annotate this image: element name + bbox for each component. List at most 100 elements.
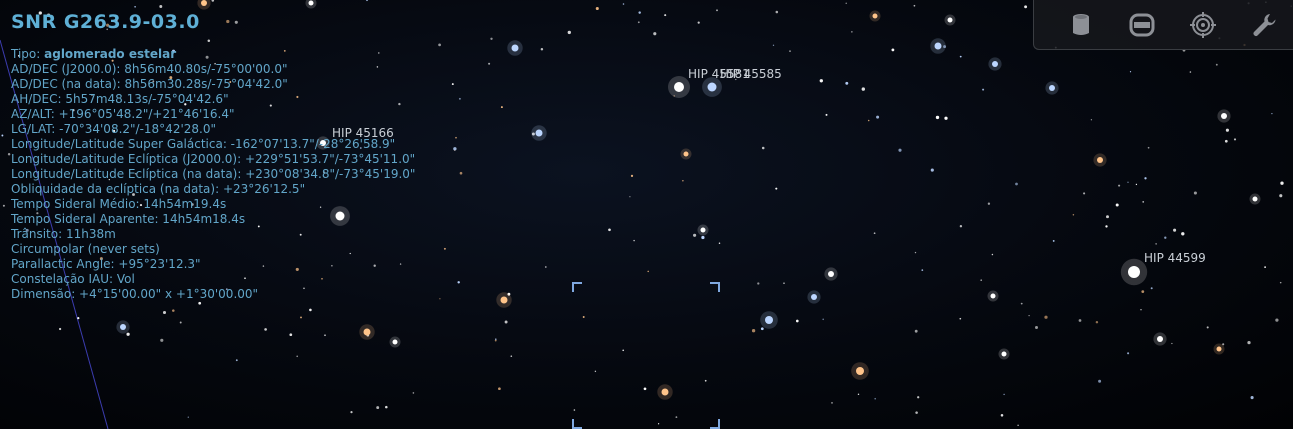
star[interactable]	[693, 233, 697, 237]
star[interactable]	[1150, 287, 1153, 290]
bright-star[interactable]	[1157, 336, 1163, 342]
star[interactable]	[629, 196, 631, 198]
star[interactable]	[917, 396, 920, 399]
star[interactable]	[757, 282, 760, 285]
star[interactable]	[930, 168, 934, 172]
star[interactable]	[775, 10, 779, 14]
target-button[interactable]	[1186, 8, 1220, 42]
star[interactable]	[1035, 326, 1038, 329]
star[interactable]	[761, 146, 765, 150]
bright-star[interactable]	[992, 61, 998, 67]
star[interactable]	[1083, 192, 1086, 195]
star[interactable]	[1171, 342, 1173, 345]
star[interactable]	[980, 279, 982, 281]
star[interactable]	[991, 253, 994, 256]
bright-star[interactable]	[1097, 157, 1103, 163]
star[interactable]	[1193, 191, 1197, 195]
atmosphere-toggle-button[interactable]	[1125, 8, 1159, 42]
bright-star[interactable]	[535, 129, 543, 137]
star[interactable]	[789, 50, 791, 52]
star[interactable]	[775, 187, 778, 190]
star[interactable]	[289, 333, 293, 337]
star[interactable]	[7, 153, 11, 156]
star[interactable]	[159, 5, 163, 8]
star[interactable]	[898, 148, 902, 152]
star[interactable]	[959, 317, 962, 320]
bright-star[interactable]	[308, 0, 314, 6]
star[interactable]	[1271, 112, 1273, 115]
star[interactable]	[874, 397, 876, 400]
star[interactable]	[1127, 181, 1129, 183]
star[interactable]	[914, 329, 918, 333]
star[interactable]	[296, 355, 298, 358]
star[interactable]	[819, 79, 823, 83]
star[interactable]	[718, 242, 721, 245]
bright-star[interactable]	[120, 324, 126, 330]
star[interactable]	[198, 301, 202, 305]
star[interactable]	[891, 48, 895, 52]
star[interactable]	[1024, 5, 1028, 9]
star[interactable]	[455, 136, 457, 139]
bright-star[interactable]	[811, 294, 817, 300]
bright-star[interactable]	[707, 82, 717, 92]
star[interactable]	[500, 106, 503, 109]
star[interactable]	[211, 0, 215, 2]
bright-star[interactable]	[828, 271, 834, 277]
star[interactable]	[1000, 414, 1004, 417]
star[interactable]	[795, 319, 799, 323]
star[interactable]	[1127, 352, 1130, 355]
star[interactable]	[58, 327, 62, 331]
star[interactable]	[376, 406, 380, 410]
star[interactable]	[1250, 396, 1254, 400]
star[interactable]	[772, 44, 775, 46]
star[interactable]	[510, 355, 513, 358]
bright-star[interactable]	[1221, 113, 1227, 119]
star[interactable]	[134, 6, 136, 8]
star[interactable]	[77, 317, 80, 320]
star[interactable]	[490, 37, 493, 40]
star[interactable]	[622, 3, 625, 5]
star[interactable]	[235, 359, 238, 362]
star[interactable]	[935, 115, 940, 120]
star[interactable]	[350, 411, 353, 414]
star[interactable]	[459, 171, 463, 175]
star[interactable]	[1147, 146, 1150, 149]
star[interactable]	[1155, 243, 1157, 245]
star[interactable]	[637, 21, 640, 24]
star[interactable]	[1078, 319, 1082, 322]
star[interactable]	[595, 6, 599, 11]
star[interactable]	[1206, 326, 1209, 329]
star[interactable]	[187, 416, 189, 418]
star[interactable]	[1280, 181, 1284, 185]
star[interactable]	[179, 321, 182, 324]
bright-star[interactable]	[392, 339, 398, 345]
star[interactable]	[664, 14, 667, 17]
star[interactable]	[1164, 236, 1167, 239]
star[interactable]	[1264, 266, 1266, 268]
bright-star[interactable]	[674, 82, 684, 92]
star[interactable]	[412, 392, 415, 394]
bright-star[interactable]	[1216, 346, 1222, 352]
sky-view[interactable]: SNR G263.9-03.0 Tipo: aglomerado estelar…	[0, 0, 1293, 429]
bright-star[interactable]	[683, 151, 689, 157]
star[interactable]	[647, 270, 649, 273]
star[interactable]	[857, 393, 860, 396]
star[interactable]	[1141, 290, 1145, 293]
star[interactable]	[457, 281, 460, 284]
ground-toggle-button[interactable]	[1064, 8, 1098, 42]
star[interactable]	[1233, 138, 1237, 141]
star[interactable]	[608, 228, 611, 232]
star[interactable]	[845, 2, 847, 4]
star[interactable]	[365, 0, 369, 2]
star[interactable]	[1215, 63, 1218, 66]
star[interactable]	[915, 411, 918, 414]
star[interactable]	[1129, 71, 1132, 73]
star[interactable]	[1044, 315, 1048, 319]
star[interactable]	[630, 174, 634, 178]
star[interactable]	[682, 180, 684, 182]
star[interactable]	[873, 232, 876, 235]
star[interactable]	[1135, 183, 1138, 186]
star[interactable]	[1098, 379, 1102, 383]
star[interactable]	[1072, 214, 1075, 216]
star[interactable]	[1279, 281, 1282, 284]
